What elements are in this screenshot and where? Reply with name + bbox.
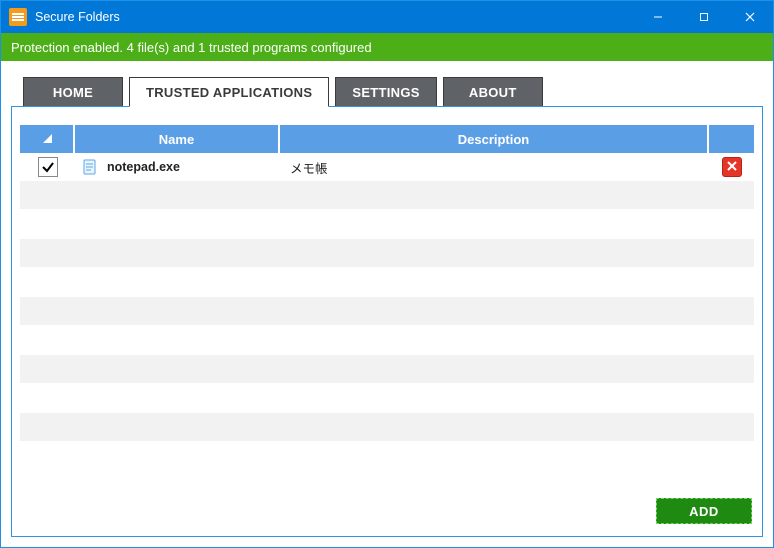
tab-panel: Name Description xyxy=(11,106,763,537)
table-row xyxy=(20,355,754,383)
table-row xyxy=(20,239,754,267)
table-row xyxy=(20,413,754,441)
tab-strip: HOME TRUSTED APPLICATIONS SETTINGS ABOUT xyxy=(23,77,763,107)
sort-indicator-icon xyxy=(40,131,54,148)
column-header-check[interactable] xyxy=(20,125,75,153)
tab-home[interactable]: HOME xyxy=(23,77,123,107)
tab-about[interactable]: ABOUT xyxy=(443,77,543,107)
row-description: メモ帳 xyxy=(290,158,328,177)
panel-footer: ADD xyxy=(20,490,754,526)
table-row xyxy=(20,297,754,325)
maximize-button[interactable] xyxy=(681,1,727,33)
app-icon xyxy=(9,8,27,26)
close-icon xyxy=(726,160,738,175)
column-header-name[interactable]: Name xyxy=(75,125,280,153)
window-title: Secure Folders xyxy=(35,10,120,24)
row-checkbox[interactable] xyxy=(38,157,58,177)
column-header-actions xyxy=(709,125,754,153)
grid-body: notepad.exe メモ帳 xyxy=(20,153,754,490)
tab-trusted-applications[interactable]: TRUSTED APPLICATIONS xyxy=(129,77,329,107)
minimize-button[interactable] xyxy=(635,1,681,33)
table-row xyxy=(20,181,754,209)
column-header-description[interactable]: Description xyxy=(280,125,709,153)
delete-row-button[interactable] xyxy=(722,157,742,177)
tab-settings[interactable]: SETTINGS xyxy=(335,77,436,107)
applications-grid: Name Description xyxy=(20,125,754,490)
row-name: notepad.exe xyxy=(107,160,180,174)
grid-header: Name Description xyxy=(20,125,754,153)
table-row[interactable]: notepad.exe メモ帳 xyxy=(20,153,754,181)
file-icon xyxy=(81,158,99,176)
add-button[interactable]: ADD xyxy=(656,498,752,524)
app-window: Secure Folders Protection enabled. 4 fil… xyxy=(0,0,774,548)
close-button[interactable] xyxy=(727,1,773,33)
status-bar: Protection enabled. 4 file(s) and 1 trus… xyxy=(1,33,773,61)
status-text: Protection enabled. 4 file(s) and 1 trus… xyxy=(11,40,372,55)
content-area: HOME TRUSTED APPLICATIONS SETTINGS ABOUT… xyxy=(1,61,773,547)
titlebar: Secure Folders xyxy=(1,1,773,33)
